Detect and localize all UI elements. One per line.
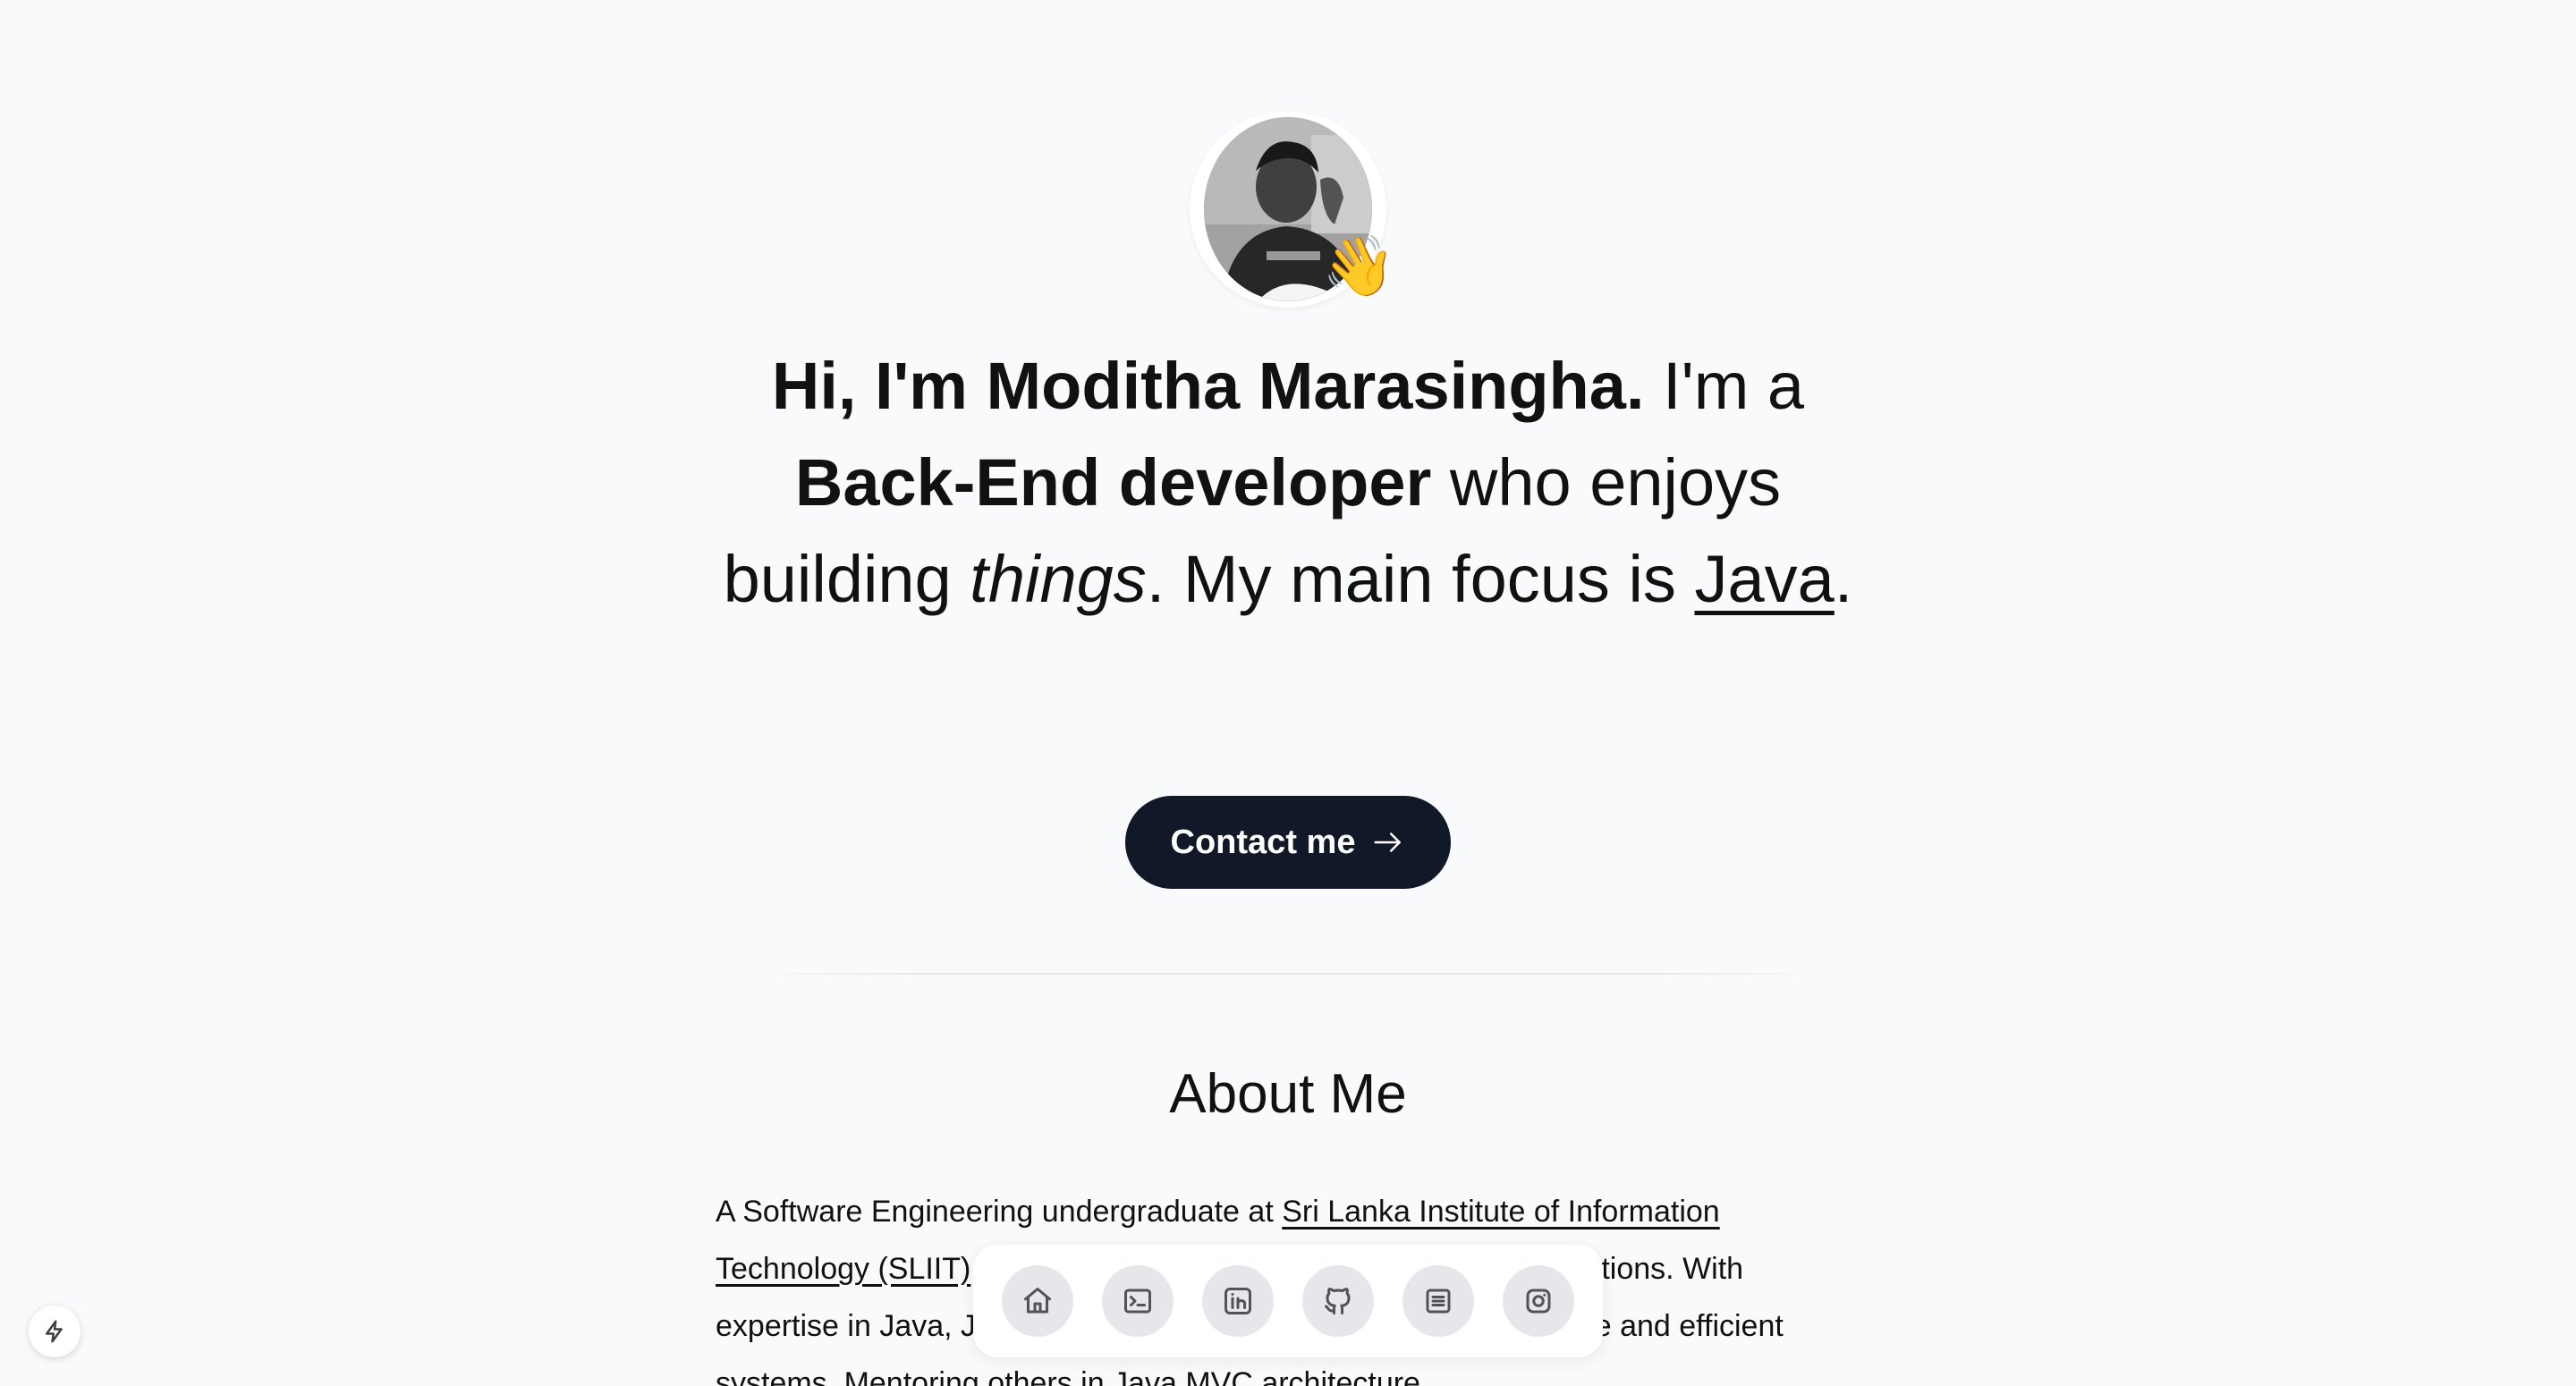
dock-item-linkedin[interactable]	[1202, 1265, 1274, 1337]
home-icon	[1024, 1288, 1051, 1314]
hero-period: .	[1834, 542, 1853, 616]
portfolio-page: 👋 Hi, I'm Moditha Marasingha. I'm a Back…	[0, 0, 2576, 1386]
arrow-right-icon	[1374, 832, 1402, 852]
dock-item-terminal[interactable]	[1102, 1265, 1174, 1337]
about-text-before-link: A Software Engineering undergraduate at	[716, 1195, 1283, 1229]
about-title: About Me	[1169, 1063, 1407, 1125]
dock-item-github[interactable]	[1302, 1265, 1374, 1337]
document-icon	[1426, 1289, 1451, 1314]
waving-hand-icon: 👋	[1322, 232, 1396, 299]
corner-badge[interactable]	[29, 1306, 80, 1357]
lightning-icon	[46, 1320, 63, 1343]
terminal-icon	[1124, 1289, 1151, 1314]
dock-item-instagram[interactable]	[1503, 1265, 1574, 1337]
avatar: 👋	[1190, 111, 1395, 308]
github-icon	[1325, 1288, 1351, 1314]
hero-things: things	[970, 542, 1147, 616]
contact-me-button[interactable]: Contact me	[1125, 796, 1451, 889]
hero-text-main-focus: . My main focus is	[1146, 542, 1695, 616]
dock-item-home[interactable]	[1002, 1265, 1073, 1337]
contact-me-label: Contact me	[1170, 823, 1356, 861]
hero-headline: Hi, I'm Moditha Marasingha. I'm a Back-E…	[698, 338, 1878, 628]
hero-greeting: Hi, I'm Moditha Marasingha.	[771, 349, 1645, 423]
java-link[interactable]: Java	[1694, 542, 1834, 616]
dock-item-resume[interactable]	[1402, 1265, 1474, 1337]
hero-text-im-a: I'm a	[1644, 349, 1805, 423]
section-divider	[751, 973, 1825, 975]
linkedin-icon	[1224, 1288, 1251, 1314]
instagram-icon	[1526, 1289, 1551, 1314]
floating-dock	[973, 1245, 1603, 1357]
hero-role: Back-End developer	[794, 445, 1432, 520]
